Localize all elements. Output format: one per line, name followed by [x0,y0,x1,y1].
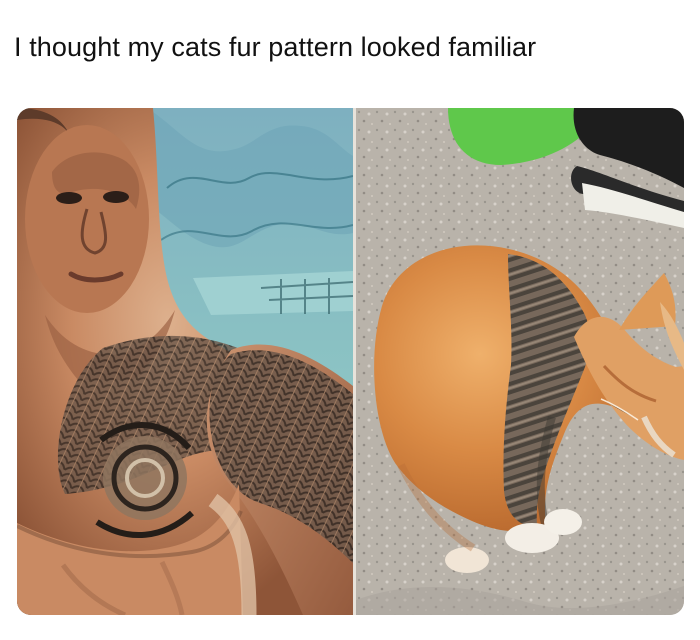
left-photo-panel [17,108,353,615]
right-photo-panel [356,108,684,615]
meme-post: I thought my cats fur pattern looked fam… [0,0,700,640]
orange-tabby-cat-photo-icon [356,108,684,615]
post-caption: I thought my cats fur pattern looked fam… [14,32,537,62]
meme-image [17,108,684,615]
tattooed-man-photo-icon [17,108,353,615]
